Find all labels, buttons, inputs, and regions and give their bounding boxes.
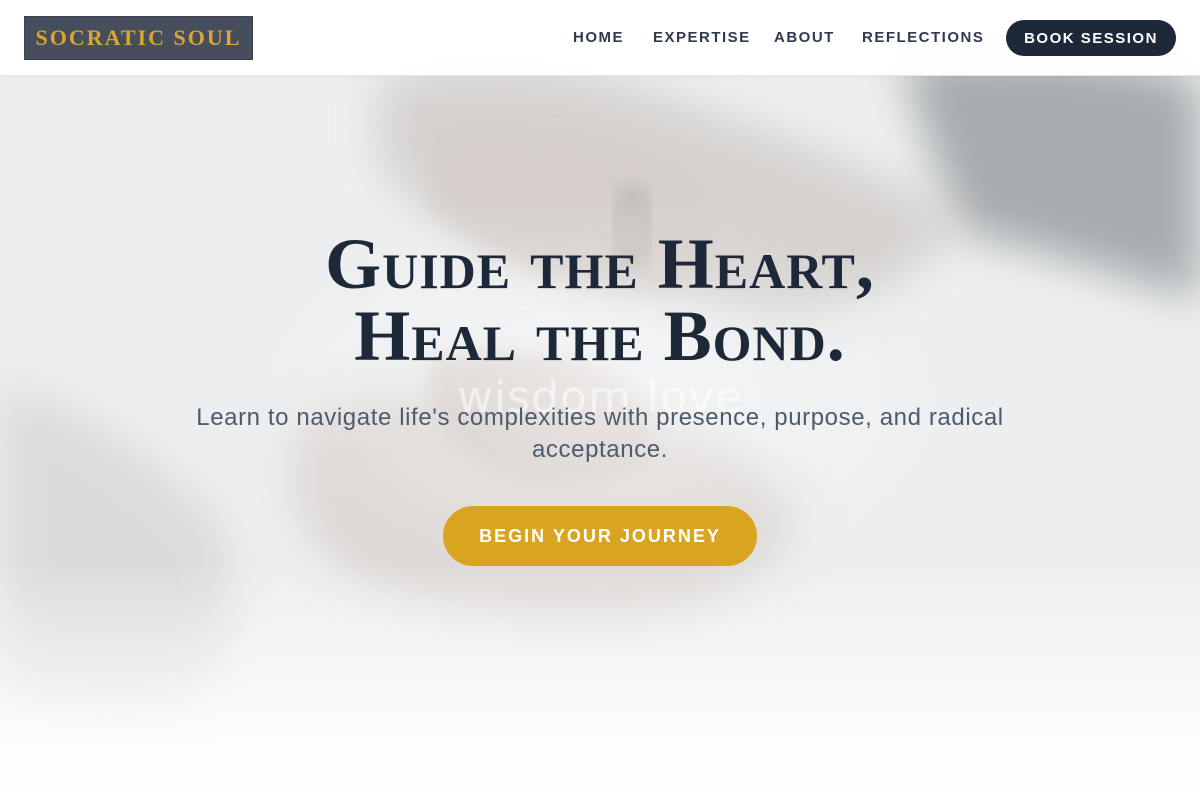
nav-item-about[interactable]: ABOUT — [774, 29, 835, 46]
hero-title-line-2: Heal the Bond. — [354, 296, 846, 376]
hero-title-line-1: Guide the Heart, — [325, 224, 875, 304]
hero-background-image: wisdom love — [0, 0, 1200, 800]
hero-title: Guide the Heart, Heal the Bond. — [150, 228, 1050, 372]
nav-item-reflections[interactable]: REFLECTIONS — [862, 29, 984, 46]
site-header: SOCRATIC SOUL HOME EXPERTISE ABOUT REFLE… — [0, 0, 1200, 76]
brand-logo[interactable]: SOCRATIC SOUL — [24, 16, 253, 60]
nav-item-expertise[interactable]: EXPERTISE — [653, 29, 751, 46]
book-session-button[interactable]: BOOK SESSION — [1006, 20, 1176, 56]
hero-subtitle: Learn to navigate life's complexities wi… — [196, 404, 1004, 463]
nav-item-home[interactable]: HOME — [573, 29, 624, 46]
begin-journey-button[interactable]: BEGIN YOUR JOURNEY — [443, 506, 757, 566]
brand-name: SOCRATIC SOUL — [35, 25, 242, 50]
